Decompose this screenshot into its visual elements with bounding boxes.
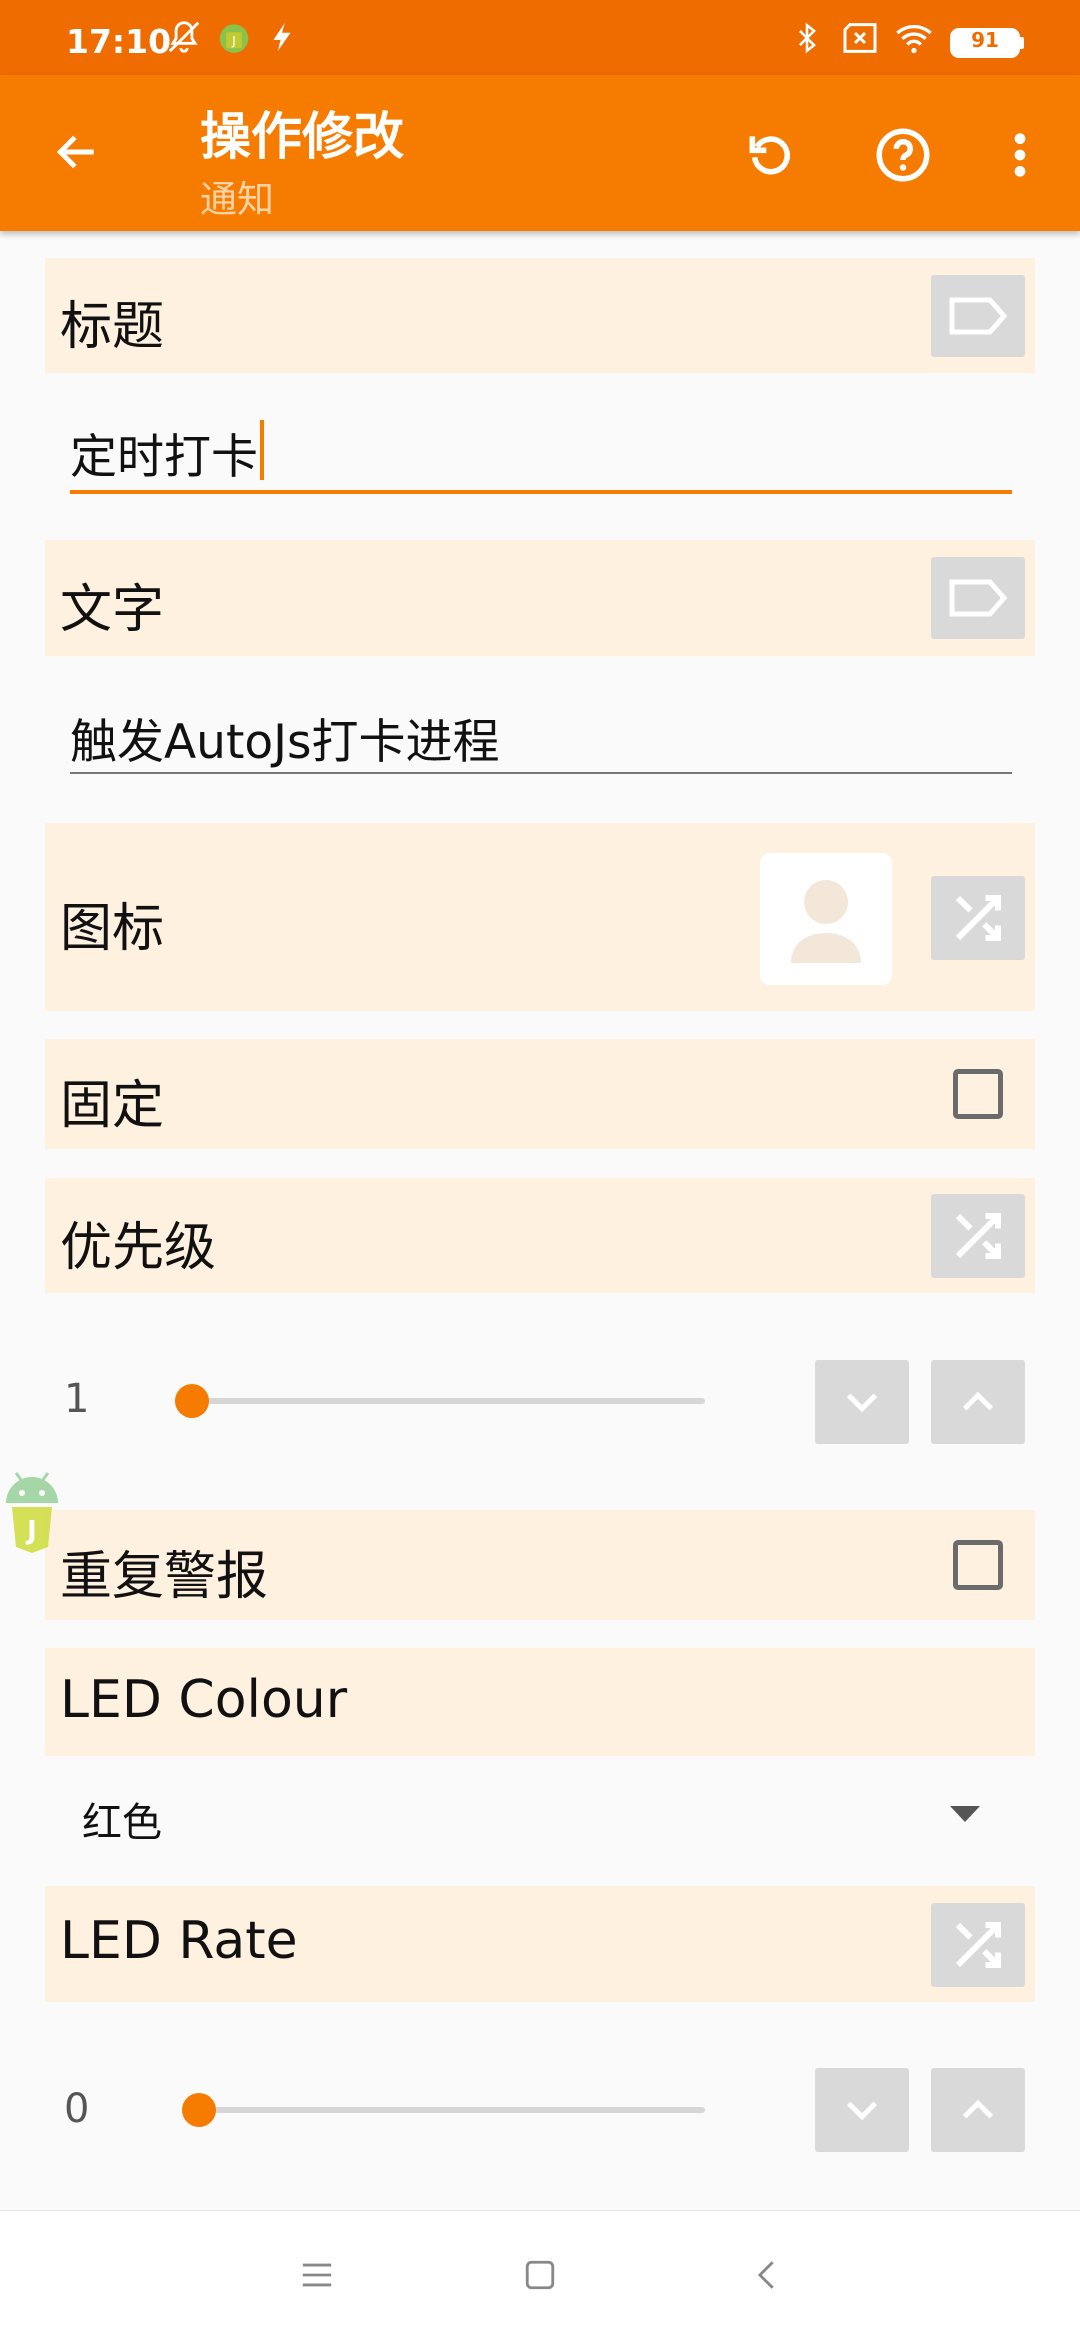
help-icon[interactable] [873, 125, 933, 185]
shuffle-icon [955, 1922, 1001, 1968]
led-rate-value: 0 [64, 2086, 90, 2132]
home-icon[interactable] [523, 2258, 557, 2292]
chevron-down-icon [846, 2101, 878, 2121]
text-field-value: 触发AutoJs打卡进程 [70, 715, 500, 770]
led-rate-increment-button[interactable] [931, 2068, 1025, 2152]
autojs-icon: J [219, 24, 249, 53]
pinned-row: 固定 [45, 1039, 1035, 1149]
title-field[interactable]: 定时打卡 [70, 400, 1012, 494]
text-field[interactable]: 触发AutoJs打卡进程 [70, 684, 1012, 774]
svg-text:J: J [231, 33, 236, 48]
app-bar: 操作修改 通知 [0, 75, 1080, 231]
icon-preview[interactable] [760, 853, 892, 985]
text-tag-button[interactable] [931, 557, 1025, 639]
priority-increment-button[interactable] [931, 1360, 1025, 1444]
repeat-alert-row: 重复警报 [45, 1510, 1035, 1620]
title-row: 标题 [45, 258, 1035, 373]
page-title: 操作修改 [200, 108, 405, 167]
priority-slider-thumb[interactable] [175, 1384, 209, 1418]
led-rate-slider-thumb[interactable] [182, 2093, 216, 2127]
title-label: 标题 [60, 297, 165, 357]
led-rate-row: LED Rate [45, 1886, 1035, 2002]
priority-decrement-button[interactable] [815, 1360, 909, 1444]
priority-label: 优先级 [60, 1218, 217, 1278]
priority-value: 1 [64, 1376, 90, 1422]
wifi-icon [896, 25, 932, 54]
battery-icon: 91 [950, 28, 1020, 58]
priority-slider-track[interactable] [190, 1398, 705, 1404]
chevron-down-icon [846, 1393, 878, 1413]
menu-icon[interactable] [300, 2258, 334, 2292]
dropdown-arrow-icon [950, 1806, 980, 1822]
shuffle-icon [955, 1213, 1001, 1259]
chevron-up-icon [962, 2099, 994, 2119]
battery-level: 91 [971, 28, 999, 52]
chevron-up-icon [962, 1391, 994, 1411]
more-vert-icon[interactable] [1000, 127, 1040, 183]
page-subtitle: 通知 [200, 178, 274, 221]
battery-tip [1020, 37, 1024, 49]
icon-label: 图标 [60, 899, 165, 959]
pinned-checkbox[interactable] [953, 1069, 1003, 1119]
led-colour-value: 红色 [82, 1800, 162, 1846]
icon-shuffle-button[interactable] [931, 876, 1025, 960]
person-placeholder-icon [791, 880, 861, 963]
text-cursor [260, 420, 264, 480]
back-icon[interactable] [750, 2256, 784, 2294]
repeat-alert-checkbox[interactable] [953, 1540, 1003, 1590]
text-label: 文字 [60, 580, 165, 640]
refresh-icon[interactable] [743, 127, 799, 183]
status-time: 17:10 [66, 22, 172, 61]
status-bar: 17:10 J 91 [0, 0, 1080, 75]
tag-icon [949, 579, 1008, 617]
priority-shuffle-button[interactable] [931, 1194, 1025, 1278]
flash-icon [273, 22, 291, 52]
title-field-value: 定时打卡 [70, 430, 258, 485]
system-nav-bar [0, 2210, 1080, 2340]
led-colour-select[interactable]: 红色 [70, 1770, 1012, 1860]
svg-text:J: J [25, 1516, 37, 1546]
tag-icon [949, 297, 1008, 335]
led-colour-label: LED Colour [60, 1670, 348, 1730]
bluetooth-icon [799, 22, 816, 54]
android-float-icon[interactable]: J [0, 1465, 70, 1557]
led-rate-label: LED Rate [60, 1911, 298, 1971]
icon-row: 图标 [45, 823, 1035, 1011]
led-rate-slider-track[interactable] [190, 2107, 705, 2113]
led-colour-row: LED Colour [45, 1648, 1035, 1756]
priority-row: 优先级 [45, 1178, 1035, 1293]
text-row: 文字 [45, 540, 1035, 656]
repeat-alert-label: 重复警报 [60, 1547, 269, 1607]
back-arrow-icon[interactable] [52, 127, 102, 177]
led-rate-shuffle-button[interactable] [931, 1903, 1025, 1987]
pinned-label: 固定 [60, 1076, 165, 1136]
shuffle-icon [955, 895, 1001, 941]
title-tag-button[interactable] [931, 275, 1025, 357]
muted-bell-icon [168, 21, 200, 53]
led-rate-decrement-button[interactable] [815, 2068, 909, 2152]
no-sim-icon [843, 23, 877, 53]
